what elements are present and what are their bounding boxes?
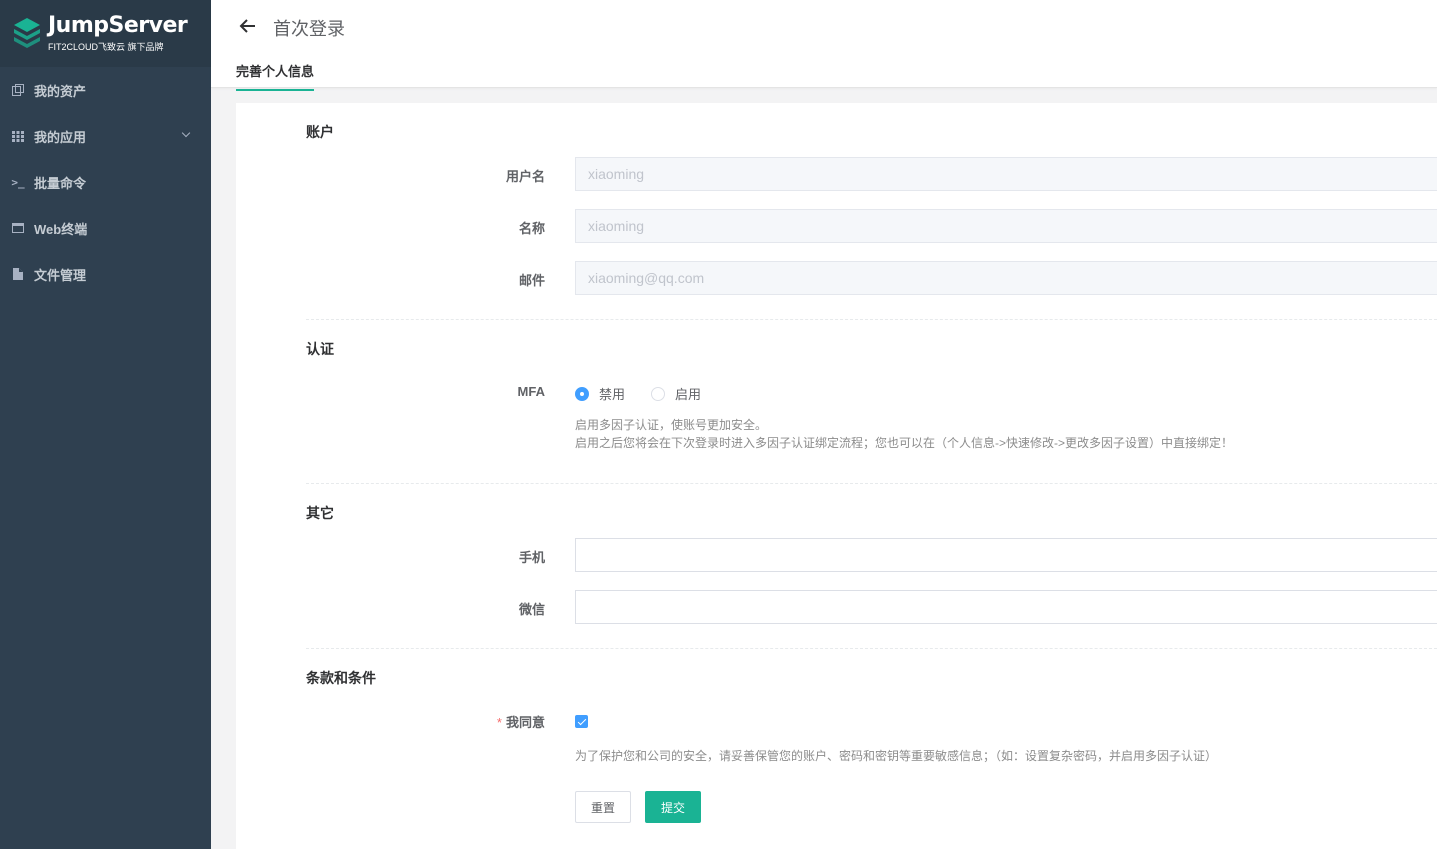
section-title-terms: 条款和条件 [306, 670, 376, 686]
mfa-label: MFA [517, 384, 545, 399]
mfa-radio-enable[interactable]: 启用 [651, 384, 701, 403]
mfa-help-line-2: 启用之后您将会在下次登录时进入多因子认证绑定流程；您也可以在（个人信息->快速修… [575, 436, 1234, 450]
radio-label: 禁用 [599, 387, 626, 402]
radio-checked-icon [575, 386, 589, 401]
section-divider [306, 648, 1437, 649]
section-title-other: 其它 [306, 505, 334, 521]
back-arrow-icon[interactable] [238, 16, 258, 36]
sidebar-item-file-manager[interactable]: 文件管理 [0, 251, 211, 297]
agree-label: * 我同意 [497, 712, 545, 731]
brand-logo[interactable]: JumpServer FIT2CLOUD飞致云 旗下品牌 [0, 0, 211, 67]
sidebar-item-label: Web终端 [34, 221, 88, 237]
chevron-down-icon [181, 128, 191, 138]
page-title: 首次登录 [273, 19, 345, 39]
brand-title: JumpServer [48, 12, 188, 38]
sidebar-menu: 我的资产 我的应用 >_ 批量命令 Web终端 文件管理 [0, 67, 211, 297]
sidebar-item-my-apps[interactable]: 我的应用 [0, 113, 211, 159]
tab-complete-profile[interactable]: 完善个人信息 [236, 61, 315, 91]
submit-button[interactable]: 提交 [645, 791, 701, 823]
section-divider [306, 483, 1437, 484]
sidebar-item-web-terminal[interactable]: Web终端 [0, 205, 211, 251]
brand-subtitle: FIT2CLOUD飞致云 旗下品牌 [48, 41, 164, 52]
reset-button[interactable]: 重置 [575, 791, 631, 823]
terminal-icon: >_ [11, 175, 25, 189]
sidebar-item-my-assets[interactable]: 我的资产 [0, 67, 211, 113]
sidebar-item-batch-command[interactable]: >_ 批量命令 [0, 159, 211, 205]
page-header: 首次登录 完善个人信息 [211, 0, 1437, 91]
sidebar-item-label: 批量命令 [34, 175, 87, 191]
sidebar-item-label: 我的应用 [34, 129, 87, 145]
section-title-auth: 认证 [306, 341, 334, 357]
agree-label-text: 我同意 [505, 715, 545, 730]
mfa-radio-group: 禁用 启用 [575, 384, 727, 403]
email-input: xiaoming@qq.com [575, 261, 1437, 295]
sidebar: JumpServer FIT2CLOUD飞致云 旗下品牌 我的资产 我的应用 >… [0, 0, 211, 849]
sidebar-item-label: 文件管理 [34, 267, 87, 283]
phone-label: 手机 [518, 550, 545, 565]
name-label: 名称 [518, 221, 545, 236]
jumpserver-logo-icon [14, 17, 40, 48]
username-input: xiaoming [575, 157, 1437, 191]
mfa-help-text: 启用多因子认证，使账号更加安全。 启用之后您将会在下次登录时进入多因子认证绑定流… [575, 416, 1233, 452]
radio-label: 启用 [675, 387, 702, 402]
mfa-help-line-1: 启用多因子认证，使账号更加安全。 [575, 418, 768, 432]
email-label: 邮件 [518, 273, 545, 288]
section-title-account: 账户 [306, 124, 334, 140]
file-icon [11, 267, 25, 281]
required-mark: * [496, 715, 502, 730]
wechat-input[interactable] [575, 590, 1437, 624]
terms-help-text: 为了保护您和公司的安全，请妥善保管您的账户、密码和密钥等重要敏感信息；（如：设置… [575, 749, 1218, 763]
phone-input[interactable] [575, 538, 1437, 572]
section-divider [306, 319, 1437, 320]
agree-checkbox[interactable] [575, 715, 588, 728]
name-input: xiaoming [575, 209, 1437, 243]
sidebar-item-label: 我的资产 [34, 83, 87, 99]
assets-icon [11, 83, 25, 97]
apps-grid-icon [11, 129, 25, 143]
radio-unchecked-icon [651, 386, 666, 401]
mfa-radio-disable[interactable]: 禁用 [575, 384, 625, 403]
wechat-label: 微信 [518, 602, 545, 617]
username-label: 用户名 [505, 169, 545, 184]
window-icon [11, 221, 25, 235]
profile-form-card: 账户 用户名 xiaoming 名称 xiaoming 邮件 xiaoming@… [236, 103, 1437, 849]
